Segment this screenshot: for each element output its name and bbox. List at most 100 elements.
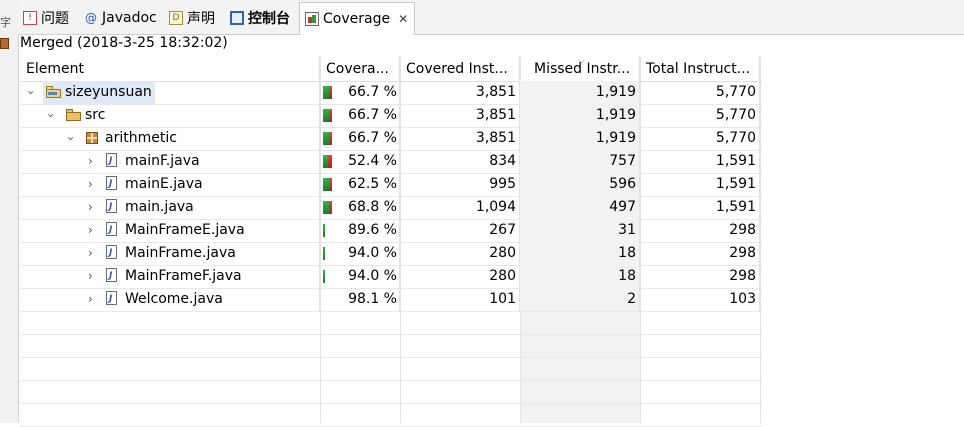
element-cell[interactable]: › MainFrameE.java bbox=[20, 219, 320, 242]
missed-instructions-cell: 2 bbox=[520, 288, 640, 311]
table-row[interactable]: › MainFrameE.java 89.6 %26731298 bbox=[20, 219, 762, 243]
java-file-icon bbox=[106, 242, 117, 265]
element-cell[interactable]: › src bbox=[20, 104, 320, 127]
total-instructions-cell: 1,591 bbox=[640, 173, 760, 196]
coverage-bar bbox=[323, 155, 332, 168]
element-name: mainF.java bbox=[125, 153, 200, 169]
element-name: Welcome.java bbox=[125, 291, 223, 307]
coverage-percent: 94.0 % bbox=[348, 245, 397, 261]
missed-instructions-cell: 596 bbox=[520, 173, 640, 196]
coverage-cell: 52.4 % bbox=[320, 150, 400, 173]
minimized-package-icon[interactable] bbox=[0, 38, 9, 49]
table-header: Element Covera... Covered Inst... Missed… bbox=[20, 56, 762, 82]
coverage-bar bbox=[323, 109, 332, 122]
coverage-percent: 52.4 % bbox=[348, 153, 397, 169]
package-icon bbox=[86, 132, 98, 144]
table-row[interactable]: › Welcome.java 98.1 %1012103 bbox=[20, 288, 762, 312]
coverage-cell: 62.5 % bbox=[320, 173, 400, 196]
element-cell[interactable]: › mainF.java bbox=[20, 150, 320, 173]
tab-console[interactable]: 控制台 bbox=[230, 6, 290, 30]
element-cell[interactable]: › mainE.java bbox=[20, 173, 320, 196]
missed-instructions-cell: 18 bbox=[520, 265, 640, 288]
minimized-view-icon[interactable]: 字 bbox=[0, 14, 11, 30]
table-row[interactable]: › MainFrameF.java 94.0 %28018298 bbox=[20, 265, 762, 289]
coverage-percent: 68.8 % bbox=[348, 199, 397, 215]
tab-console-label: 控制台 bbox=[248, 11, 290, 27]
element-cell[interactable]: › MainFrameF.java bbox=[20, 265, 320, 288]
empty-table-row bbox=[20, 334, 762, 358]
tab-coverage[interactable]: Coverage ✕ bbox=[299, 2, 416, 35]
element-cell[interactable]: › Welcome.java bbox=[20, 288, 320, 311]
coverage-cell: 98.1 % bbox=[320, 288, 400, 311]
expand-chevron-down-icon[interactable]: › bbox=[44, 104, 58, 127]
total-instructions-cell: 1,591 bbox=[640, 150, 760, 173]
coverage-cell: 94.0 % bbox=[320, 242, 400, 265]
column-header-coverage[interactable]: Covera... bbox=[320, 57, 400, 81]
java-file-icon bbox=[106, 265, 117, 288]
table-row[interactable]: › sizeyunsuan 66.7 % 3,851 1,919 5,770 bbox=[20, 81, 762, 105]
total-instructions-cell: 5,770 bbox=[640, 104, 760, 127]
coverage-cell: 66.7 % bbox=[320, 127, 400, 150]
table-row[interactable]: › MainFrame.java 94.0 %28018298 bbox=[20, 242, 762, 266]
coverage-bar bbox=[323, 178, 332, 191]
table-row[interactable]: › src 66.7 % 3,851 1,919 5,770 bbox=[20, 104, 762, 128]
coverage-bar bbox=[323, 224, 332, 237]
tab-problems[interactable]: ! 问题 bbox=[23, 6, 69, 30]
total-instructions-cell: 298 bbox=[640, 219, 760, 242]
table-row[interactable]: › mainF.java 52.4 %8347571,591 bbox=[20, 150, 762, 174]
close-icon[interactable]: ✕ bbox=[398, 12, 408, 26]
element-cell[interactable]: › arithmetic bbox=[20, 127, 320, 150]
coverage-cell: 66.7 % bbox=[320, 81, 400, 104]
expand-chevron-right-icon[interactable]: › bbox=[88, 288, 93, 311]
expand-chevron-right-icon[interactable]: › bbox=[88, 150, 93, 173]
column-header-covered[interactable]: Covered Inst... bbox=[400, 57, 520, 81]
coverage-bar bbox=[323, 201, 332, 214]
element-cell[interactable]: › MainFrame.java bbox=[20, 242, 320, 265]
coverage-cell: 66.7 % bbox=[320, 104, 400, 127]
expand-chevron-down-icon[interactable]: › bbox=[64, 127, 78, 150]
java-file-icon bbox=[106, 219, 117, 242]
covered-instructions-cell: 267 bbox=[400, 219, 520, 242]
expand-chevron-right-icon[interactable]: › bbox=[88, 242, 93, 265]
missed-instructions-cell: 18 bbox=[520, 242, 640, 265]
coverage-percent: 98.1 % bbox=[348, 291, 397, 307]
expand-chevron-right-icon[interactable]: › bbox=[88, 173, 93, 196]
element-cell[interactable]: › main.java bbox=[20, 196, 320, 219]
expand-chevron-right-icon[interactable]: › bbox=[88, 219, 93, 242]
tab-declaration-label: 声明 bbox=[187, 11, 215, 27]
total-instructions-cell: 298 bbox=[640, 242, 760, 265]
column-header-total[interactable]: Total Instruct... bbox=[640, 57, 760, 81]
covered-instructions-cell: 280 bbox=[400, 242, 520, 265]
coverage-cell: 94.0 % bbox=[320, 265, 400, 288]
expand-chevron-down-icon[interactable]: › bbox=[24, 81, 38, 104]
table-row[interactable]: › mainE.java 62.5 %9955961,591 bbox=[20, 173, 762, 197]
coverage-percent: 66.7 % bbox=[348, 130, 397, 146]
sort-descending-icon: ⌵ bbox=[578, 56, 585, 66]
element-name: arithmetic bbox=[105, 130, 177, 146]
expand-chevron-right-icon[interactable]: › bbox=[88, 265, 93, 288]
java-file-icon bbox=[106, 288, 117, 311]
tab-coverage-label: Coverage bbox=[323, 11, 391, 27]
empty-table-row bbox=[20, 403, 762, 427]
expand-chevron-right-icon[interactable]: › bbox=[88, 196, 93, 219]
tab-declaration[interactable]: D 声明 bbox=[169, 6, 215, 30]
java-file-icon bbox=[106, 196, 117, 219]
coverage-percent: 94.0 % bbox=[348, 268, 397, 284]
coverage-bar bbox=[323, 293, 332, 306]
coverage-bar bbox=[323, 86, 332, 99]
covered-instructions-cell: 3,851 bbox=[400, 127, 520, 150]
tab-javadoc[interactable]: @ Javadoc bbox=[84, 6, 157, 30]
missed-instructions-cell: 1,919 bbox=[520, 127, 640, 150]
table-row[interactable]: › main.java 68.8 %1,0944971,591 bbox=[20, 196, 762, 220]
source-folder-icon bbox=[66, 109, 82, 121]
covered-instructions-cell: 280 bbox=[400, 265, 520, 288]
project-icon bbox=[46, 86, 62, 98]
tab-javadoc-label: Javadoc bbox=[102, 10, 157, 26]
console-icon bbox=[230, 11, 244, 25]
element-cell[interactable]: › sizeyunsuan bbox=[20, 81, 320, 104]
element-name: MainFrame.java bbox=[125, 245, 236, 261]
table-row[interactable]: › arithmetic 66.7 % 3,851 1,919 5,770 bbox=[20, 127, 762, 151]
column-header-element[interactable]: Element bbox=[20, 57, 320, 81]
coverage-cell: 68.8 % bbox=[320, 196, 400, 219]
missed-instructions-cell: 1,919 bbox=[520, 104, 640, 127]
